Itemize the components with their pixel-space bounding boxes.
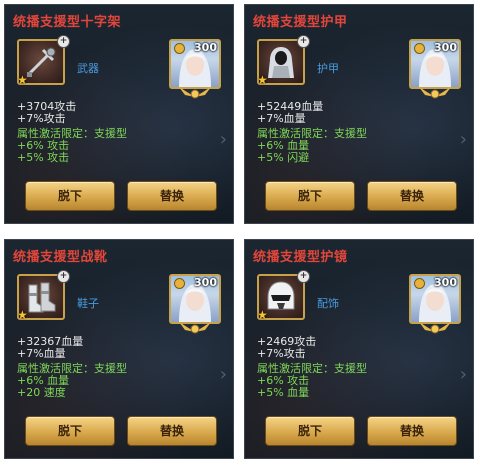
character-level: 300	[434, 41, 457, 54]
stat-line: +7%血量	[17, 347, 66, 360]
plus-icon: +	[297, 270, 310, 283]
plus-icon: +	[57, 35, 70, 48]
wings-icon	[419, 87, 451, 99]
plus-icon: +	[57, 270, 70, 283]
equipment-panel-armor: 统播支援型护甲 ★ + 护甲 300 +52449血量 +7%血量 属性激活限定…	[244, 4, 474, 224]
replace-button[interactable]: 替换	[367, 416, 457, 446]
crown-icon	[414, 43, 425, 54]
unequip-button[interactable]: 脱下	[265, 416, 355, 446]
chevron-right-icon: ›	[219, 364, 227, 385]
boots-icon	[28, 282, 56, 313]
crown-icon	[174, 43, 185, 54]
star-icon: ★	[17, 308, 28, 322]
item-title: 统播支援型十字架	[13, 15, 122, 30]
replace-button[interactable]: 替换	[367, 181, 457, 211]
character-level: 300	[194, 41, 217, 54]
cross-weapon-icon	[27, 47, 56, 77]
unequip-button[interactable]: 脱下	[25, 181, 115, 211]
stat-line: +7%攻击	[17, 112, 66, 125]
stats-block: +32367血量 +7%血量 属性激活限定：支援型 +6% 血量 +20 速度	[17, 336, 127, 399]
character-portrait[interactable]: 300	[169, 39, 221, 89]
equipment-panel-weapon: 统播支援型十字架 ★ + 武器 300 +3704攻击 +7%攻击 属性激活限定…	[4, 4, 234, 224]
item-title: 统播支援型战靴	[13, 250, 108, 265]
plus-icon: +	[297, 35, 310, 48]
wings-icon	[179, 87, 211, 99]
helmet-accessory-icon	[267, 281, 295, 310]
chevron-right-icon: ›	[459, 129, 467, 150]
slot-label: 配饰	[317, 297, 339, 310]
bonus-line: +5% 血量	[257, 386, 310, 399]
unequip-button[interactable]: 脱下	[265, 181, 355, 211]
character-portrait[interactable]: 300	[169, 274, 221, 324]
slot-label: 武器	[77, 62, 99, 75]
character-portrait[interactable]: 300	[409, 274, 461, 324]
bonus-line: +20 速度	[17, 386, 66, 399]
chevron-right-icon: ›	[459, 364, 467, 385]
star-icon: ★	[257, 308, 268, 322]
slot-label: 鞋子	[77, 297, 99, 310]
replace-button[interactable]: 替换	[127, 181, 217, 211]
equipment-slot-weapon[interactable]: ★ +	[17, 35, 70, 87]
crown-icon	[174, 278, 185, 289]
character-portrait[interactable]: 300	[409, 39, 461, 89]
crown-icon	[414, 278, 425, 289]
equipment-slot-armor[interactable]: ★ +	[257, 35, 310, 87]
chevron-right-icon: ›	[219, 129, 227, 150]
stats-block: +3704攻击 +7%攻击 属性激活限定：支援型 +6% 攻击 +5% 攻击	[17, 101, 127, 164]
equipment-slot-boots[interactable]: ★ +	[17, 270, 70, 322]
slot-label: 护甲	[317, 62, 339, 75]
item-title: 统播支援型护镜	[253, 250, 348, 265]
character-level: 300	[434, 276, 457, 289]
wings-icon	[419, 322, 451, 334]
bonus-line: +5% 攻击	[17, 151, 70, 164]
bonus-line: +5% 闪避	[257, 151, 310, 164]
stats-block: +2469攻击 +7%攻击 属性激活限定：支援型 +6% 攻击 +5% 血量	[257, 336, 367, 399]
item-title: 统播支援型护甲	[253, 15, 348, 30]
star-icon: ★	[257, 73, 268, 87]
equipment-panel-boots: 统播支援型战靴 ★ + 鞋子 300 +32367血量 +7%血量 属性激活限定…	[4, 239, 234, 459]
stat-line: +7%血量	[257, 112, 306, 125]
hooded-armor-icon	[268, 47, 294, 78]
character-level: 300	[194, 276, 217, 289]
unequip-button[interactable]: 脱下	[25, 416, 115, 446]
stats-block: +52449血量 +7%血量 属性激活限定：支援型 +6% 血量 +5% 闪避	[257, 101, 367, 164]
equipment-slot-accessory[interactable]: ★ +	[257, 270, 310, 322]
stat-line: +7%攻击	[257, 347, 306, 360]
star-icon: ★	[17, 73, 28, 87]
wings-icon	[179, 322, 211, 334]
equipment-panel-accessory: 统播支援型护镜 ★ + 配饰 300 +2469攻击 +7%攻击 属性激活限定：…	[244, 239, 474, 459]
replace-button[interactable]: 替换	[127, 416, 217, 446]
